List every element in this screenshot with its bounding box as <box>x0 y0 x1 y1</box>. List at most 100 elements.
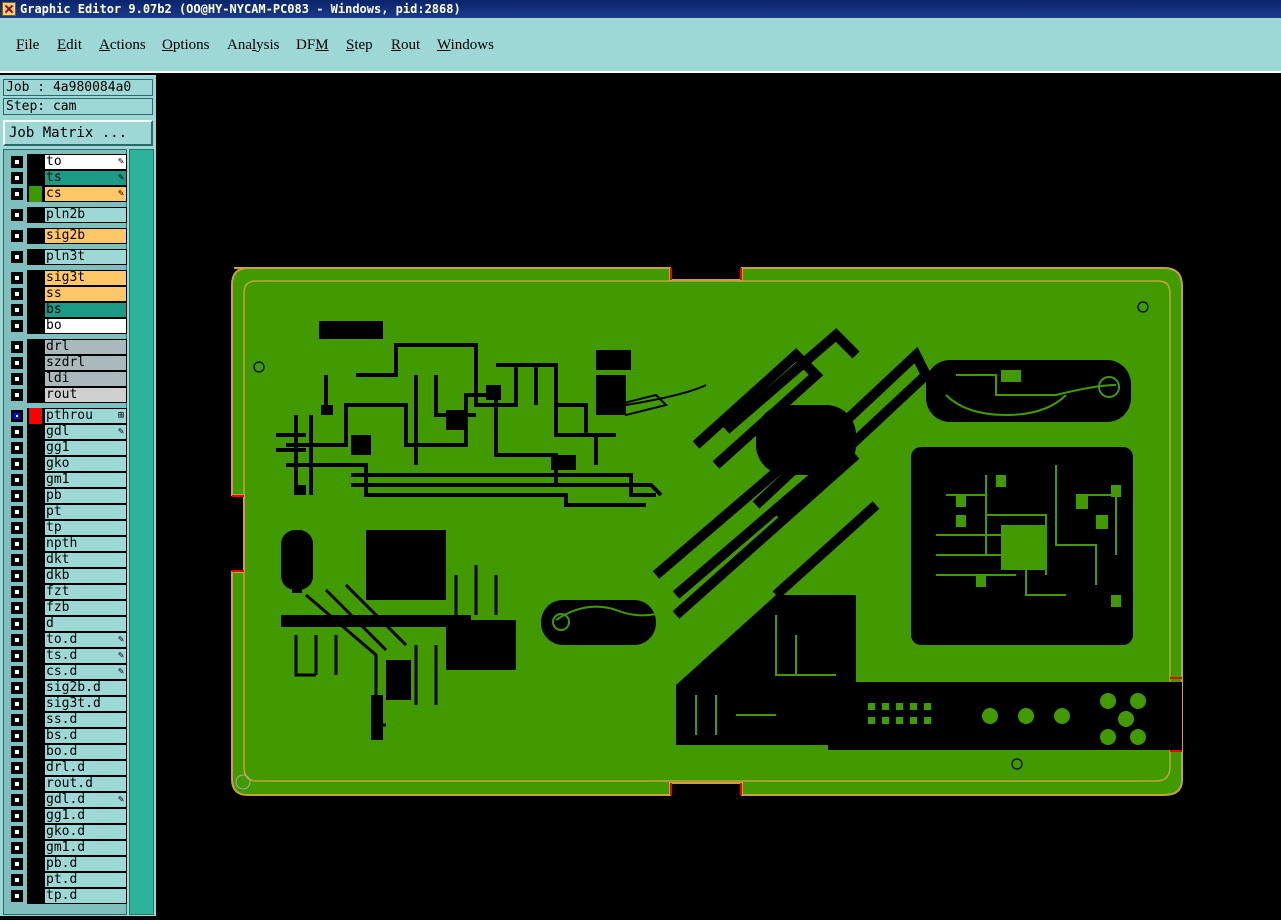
layer-color-swatch[interactable] <box>27 302 44 318</box>
layer-checkbox[interactable] <box>11 682 23 694</box>
layer-checkbox[interactable] <box>11 778 23 790</box>
layer-checkbox[interactable] <box>11 442 23 454</box>
layer-color-swatch[interactable] <box>27 170 44 186</box>
layer-color-swatch[interactable] <box>27 696 44 712</box>
layer-color-swatch[interactable] <box>27 728 44 744</box>
layer-color-swatch[interactable] <box>27 600 44 616</box>
layer-row-sig2b[interactable]: sig2b <box>9 228 127 244</box>
layer-checkbox[interactable] <box>11 666 23 678</box>
layer-name[interactable]: ss.d <box>44 712 127 728</box>
layer-color-swatch[interactable] <box>27 552 44 568</box>
layer-row-gdl-d[interactable]: gdl.d ✎ <box>9 792 127 808</box>
layer-checkbox[interactable] <box>11 357 23 369</box>
layer-list-scrollbar[interactable] <box>129 149 154 915</box>
layer-name[interactable]: pthrou ⊞ <box>44 408 127 424</box>
layer-row-fzb[interactable]: fzb <box>9 600 127 616</box>
layer-name[interactable]: ldi <box>44 371 127 387</box>
layer-row-to-d[interactable]: to.d ✎ <box>9 632 127 648</box>
layer-color-swatch[interactable] <box>27 760 44 776</box>
layer-row-pthrou[interactable]: pthrou ⊞ <box>9 408 127 424</box>
layer-name[interactable]: to.d ✎ <box>44 632 127 648</box>
layer-name[interactable]: npth <box>44 536 127 552</box>
layer-checkbox[interactable] <box>11 272 23 284</box>
layer-color-swatch[interactable] <box>27 408 44 424</box>
layer-name[interactable]: d <box>44 616 127 632</box>
layer-color-swatch[interactable] <box>27 648 44 664</box>
layer-checkbox[interactable] <box>11 506 23 518</box>
layer-checkbox[interactable] <box>11 474 23 486</box>
layer-color-swatch[interactable] <box>27 776 44 792</box>
layer-name[interactable]: sig2b <box>44 228 127 244</box>
layer-checkbox[interactable] <box>11 389 23 401</box>
layer-row-pln2b[interactable]: pln2b <box>9 207 127 223</box>
layer-name[interactable]: bs.d <box>44 728 127 744</box>
layer-row-gko[interactable]: gko <box>9 456 127 472</box>
layer-checkbox[interactable] <box>11 341 23 353</box>
layer-color-swatch[interactable] <box>27 472 44 488</box>
layer-row-pt[interactable]: pt <box>9 504 127 520</box>
layer-row-bo-d[interactable]: bo.d <box>9 744 127 760</box>
layer-checkbox[interactable] <box>11 188 23 200</box>
layer-row-dkb[interactable]: dkb <box>9 568 127 584</box>
layer-row-gm1-d[interactable]: gm1.d <box>9 840 127 856</box>
layer-name[interactable]: gg1.d <box>44 808 127 824</box>
layer-row-sig3t[interactable]: sig3t <box>9 270 127 286</box>
layer-row-ts[interactable]: ts ✎ <box>9 170 127 186</box>
layer-name[interactable]: pb <box>44 488 127 504</box>
layer-name[interactable]: rout <box>44 387 127 403</box>
layer-row-rout[interactable]: rout <box>9 387 127 403</box>
layer-name[interactable]: bo <box>44 318 127 334</box>
layer-name[interactable]: gko.d <box>44 824 127 840</box>
layer-name[interactable]: pt <box>44 504 127 520</box>
layer-row-tp[interactable]: tp <box>9 520 127 536</box>
layer-color-swatch[interactable] <box>27 504 44 520</box>
menu-edit[interactable]: Edit <box>57 37 82 54</box>
layer-color-swatch[interactable] <box>27 186 44 202</box>
layer-name[interactable]: to ✎ <box>44 154 127 170</box>
layer-row-sig2b-d[interactable]: sig2b.d <box>9 680 127 696</box>
layer-checkbox[interactable] <box>11 288 23 300</box>
layer-color-swatch[interactable] <box>27 387 44 403</box>
layer-checkbox[interactable] <box>11 251 23 263</box>
layer-name[interactable]: sig2b.d <box>44 680 127 696</box>
layer-name[interactable]: fzb <box>44 600 127 616</box>
layer-name[interactable]: tp.d <box>44 888 127 904</box>
layer-row-pb[interactable]: pb <box>9 488 127 504</box>
layer-row-bs[interactable]: bs <box>9 302 127 318</box>
layer-row-sig3t-d[interactable]: sig3t.d <box>9 696 127 712</box>
layer-name[interactable]: pt.d <box>44 872 127 888</box>
layer-name[interactable]: gko <box>44 456 127 472</box>
layer-checkbox[interactable] <box>11 570 23 582</box>
layer-checkbox[interactable] <box>11 458 23 470</box>
layer-row-dkt[interactable]: dkt <box>9 552 127 568</box>
layer-name[interactable]: gm1 <box>44 472 127 488</box>
layer-color-swatch[interactable] <box>27 632 44 648</box>
layer-name[interactable]: bs <box>44 302 127 318</box>
layer-row-ss[interactable]: ss <box>9 286 127 302</box>
layer-color-swatch[interactable] <box>27 456 44 472</box>
layer-row-fzt[interactable]: fzt <box>9 584 127 600</box>
layer-checkbox[interactable] <box>11 538 23 550</box>
layer-row-cs-d[interactable]: cs.d ✎ <box>9 664 127 680</box>
layer-color-swatch[interactable] <box>27 536 44 552</box>
layer-checkbox[interactable] <box>11 586 23 598</box>
layer-name[interactable]: drl.d <box>44 760 127 776</box>
layer-checkbox[interactable] <box>11 634 23 646</box>
layer-row-d[interactable]: d <box>9 616 127 632</box>
layer-name[interactable]: pln2b <box>44 207 127 223</box>
layer-checkbox[interactable] <box>11 858 23 870</box>
layer-name[interactable]: sig3t <box>44 270 127 286</box>
layer-row-gko-d[interactable]: gko.d <box>9 824 127 840</box>
layer-checkbox[interactable] <box>11 554 23 566</box>
layer-color-swatch[interactable] <box>27 824 44 840</box>
layer-color-swatch[interactable] <box>27 712 44 728</box>
layer-checkbox[interactable] <box>11 650 23 662</box>
layer-color-swatch[interactable] <box>27 568 44 584</box>
layer-row-pln3t[interactable]: pln3t <box>9 249 127 265</box>
layer-checkbox[interactable] <box>11 810 23 822</box>
layer-checkbox[interactable] <box>11 698 23 710</box>
layer-name[interactable]: tp <box>44 520 127 536</box>
layer-color-swatch[interactable] <box>27 440 44 456</box>
layer-name[interactable]: ts ✎ <box>44 170 127 186</box>
layer-color-swatch[interactable] <box>27 318 44 334</box>
